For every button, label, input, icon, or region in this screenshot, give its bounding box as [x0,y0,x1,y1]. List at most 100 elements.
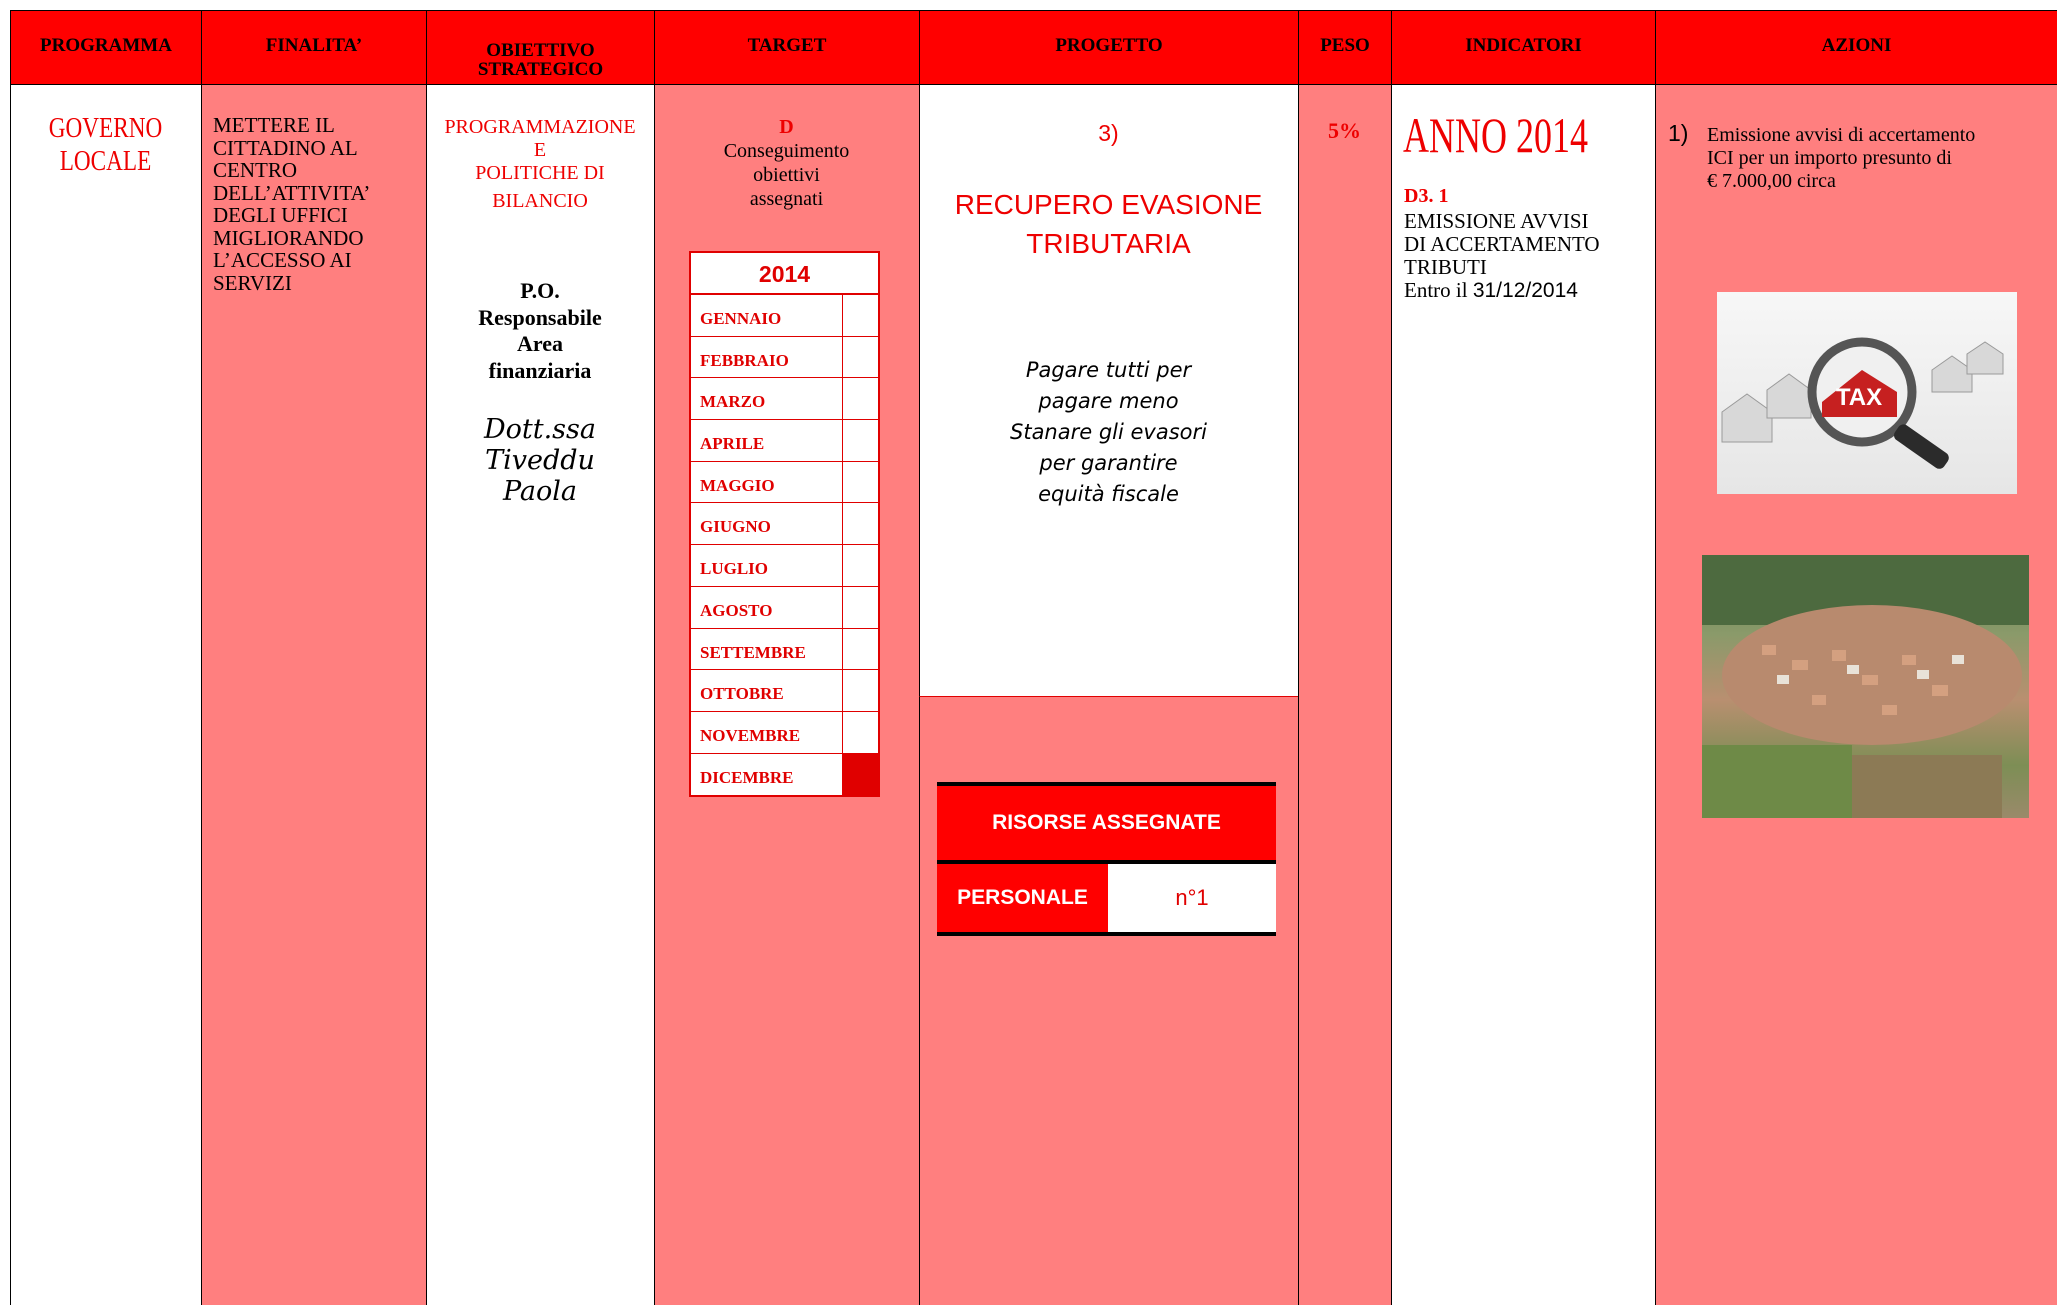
month-row: SETTEMBRE [691,628,878,671]
header-programma-label: PROGRAMMA [40,35,172,56]
month-name: FEBBRAIO [691,336,843,378]
village-illustration [1702,555,2029,818]
tax-illustration: TAX [1721,337,2004,469]
months-table: 2014 GENNAIO FEBBRAIO MARZO APRILE MAGGI… [689,251,880,798]
risorse-box: RISORSE ASSEGNATE PERSONALE n°1 [937,782,1276,936]
programma-text: GOVERNO LOCALE [29,112,182,178]
header-finalita-label: FINALITA’ [265,35,363,56]
header-obiettivo: OBIETTIVO STRATEGICO [426,10,654,85]
finalita-line: CITTADINO AL [213,135,358,160]
signature-line: Tiveddu [485,445,595,476]
month-row: GENNAIO [691,295,878,337]
progetto-motto: Pagare tutti per pagare meno Stanare gli… [919,355,1298,510]
obiettivo-line: POLITICHE DI [475,162,605,184]
signature-line: Paola [502,476,578,507]
month-cell [843,420,878,461]
indicatori-code: D3. 1 [1404,185,1449,207]
tax-magnifier-image: TAX [1717,292,2017,494]
month-name: SETTEMBRE [691,628,843,670]
header-target: TARGET [654,10,919,85]
month-cell [843,712,878,753]
azioni-number: 1) [1668,120,1689,146]
header-indicatori-label: INDICATORI [1465,35,1582,56]
indicatori-text: EMISSIONE AVVISI DI ACCERTAMENTO TRIBUTI… [1404,209,1600,303]
personale-value: n°1 [1108,864,1276,932]
month-row: FEBBRAIO [691,336,878,379]
finalita-line: DELL’ATTIVITA’ [213,180,371,205]
progetto-title-line: TRIBUTARIA [1026,228,1191,259]
village-aerial-photo [1702,555,2029,818]
target-line: obiettivi [753,164,820,186]
header-obiettivo-label: OBIETTIVO STRATEGICO [477,40,604,80]
signature-line: Dott.ssa [484,414,596,445]
cell-programma [10,85,201,1305]
personale-row: PERSONALE n°1 [937,864,1276,936]
tax-label: TAX [1836,384,1882,411]
month-row: OTTOBRE [691,670,878,712]
month-cell [843,378,878,419]
header-peso-label: PESO [1320,35,1370,56]
month-name: GIUGNO [691,503,843,545]
po-line: P.O. [520,278,560,303]
programma-line2: LOCALE [59,145,152,177]
indicatori-anno: ANNO 2014 [1403,107,1588,163]
month-cell [843,503,878,544]
motto-line: per garantire [1039,451,1178,475]
entro-date: 31/12/2014 [1472,279,1578,302]
month-name: DICEMBRE [691,753,843,796]
month-row: DICEMBRE [691,753,878,796]
month-row: GIUGNO [691,503,878,546]
indicatori-line: TRIBUTI [1404,255,1487,279]
month-row: MAGGIO [691,461,878,504]
programma-line1: GOVERNO [48,112,163,144]
header-target-label: TARGET [747,35,827,56]
po-line: Responsabile [478,304,602,330]
header-azioni-label: AZIONI [1821,35,1892,56]
obiettivo-text: PROGRAMMAZIONE E POLITICHE DI BILANCIO [426,113,654,215]
month-cell [843,587,878,628]
motto-line: pagare meno [1038,389,1179,413]
signature: Dott.ssa Tiveddu Paola [426,414,654,507]
target-line: assegnati [749,188,824,210]
motto-line: equità fiscale [1038,482,1179,506]
po-text: P.O. Responsabile Area finanziaria [426,278,654,384]
progetto-title-line: RECUPERO EVASIONE [954,189,1263,220]
month-name: GENNAIO [691,295,843,336]
month-row: APRILE [691,420,878,462]
header-progetto: PROGETTO [919,10,1298,85]
month-cell [843,545,878,586]
azioni-line: Emissione avvisi di accertamento [1707,124,1976,146]
header-peso: PESO [1298,10,1391,85]
azioni-line: ICI per un importo presunto di [1707,147,1952,169]
indicatori-line: EMISSIONE AVVISI [1404,209,1589,233]
progetto-number: 3) [1098,120,1119,146]
month-cell [843,670,878,711]
motto-line: Pagare tutti per [1025,358,1192,382]
month-name: OTTOBRE [691,670,843,711]
obiettivo-line: E [533,139,547,161]
indicatori-entro: Entro il 31/12/2014 [1404,279,1600,303]
finalita-line: CENTRO [213,158,297,182]
target-line: Conseguimento [723,140,850,162]
month-name: MARZO [691,378,843,420]
month-name: LUGLIO [691,545,843,586]
target-text: D Conseguimento obiettivi assegnati [654,115,919,211]
header-finalita: FINALITA’ [201,10,426,85]
finalita-line: L’ACCESSO AI [213,248,352,272]
month-cell [843,295,878,336]
finalita-line: MIGLIORANDO [213,225,364,250]
month-name: APRILE [691,420,843,461]
finalita-line: SERVIZI [213,270,292,295]
month-cell-filled [843,753,878,796]
month-cell [843,462,878,503]
finalita-line: METTERE IL [213,113,335,137]
month-name: AGOSTO [691,586,843,628]
target-letter: D [779,116,794,138]
month-name: NOVEMBRE [691,711,843,753]
month-cell [843,337,878,378]
azioni-line: € 7.000,00 circa [1707,170,1836,192]
obiettivo-line: PROGRAMMAZIONE [444,116,636,138]
months-year: 2014 [691,253,878,295]
cell-peso [1298,85,1391,1305]
indicatori-line: DI ACCERTAMENTO [1404,232,1600,256]
